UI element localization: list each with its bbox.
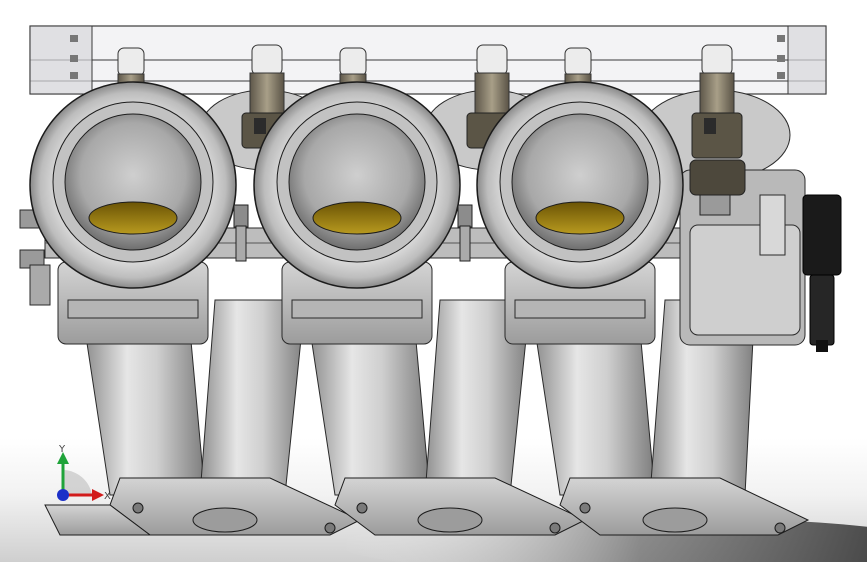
tps-sensor-connector[interactable]: [802, 194, 842, 352]
velocity-stack[interactable]: [476, 81, 684, 289]
throttle-body[interactable]: [679, 169, 806, 346]
velocity-stacks[interactable]: [29, 81, 684, 289]
x-axis-arrowhead: [92, 489, 104, 501]
y-axis-label: Y: [58, 444, 66, 455]
graphics-viewport[interactable]: Y X: [0, 0, 867, 562]
velocity-stack[interactable]: [253, 81, 461, 289]
velocity-stack[interactable]: [29, 81, 237, 289]
head-flanges[interactable]: [44, 477, 810, 536]
head-flange[interactable]: [559, 477, 810, 536]
head-flange[interactable]: [334, 477, 587, 536]
z-axis-dot: [57, 489, 69, 501]
head-flange[interactable]: [109, 477, 362, 536]
intake-manifold-model[interactable]: Y X: [0, 0, 867, 562]
x-axis-label: X: [104, 491, 111, 502]
view-triad[interactable]: Y X: [57, 444, 111, 502]
